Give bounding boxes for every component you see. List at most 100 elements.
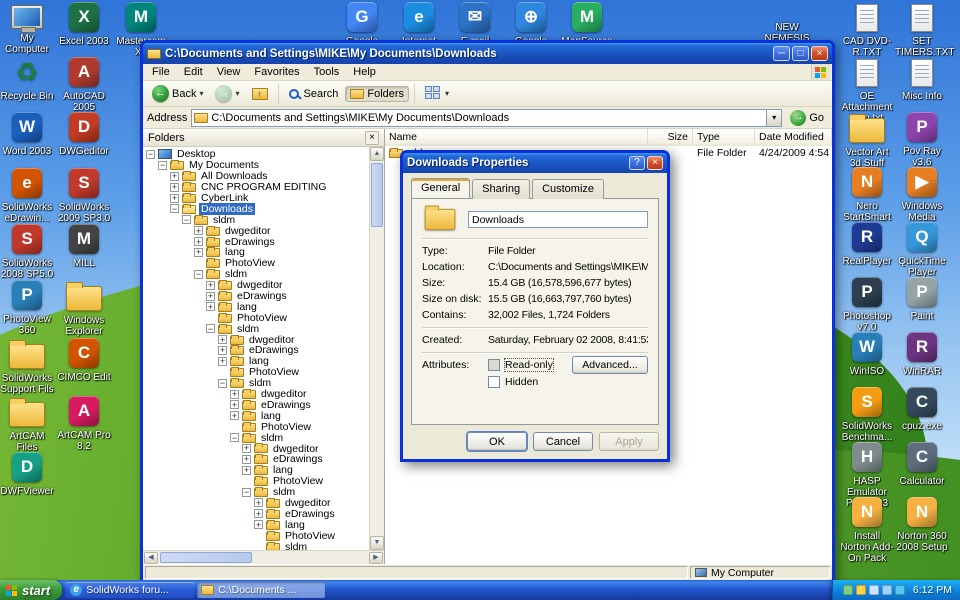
desktop-icon-realplayer[interactable]: R RealPlayer xyxy=(840,222,894,267)
desktop-icon-winiso[interactable]: W WinISO xyxy=(840,332,894,377)
tree-expander[interactable]: + xyxy=(254,498,263,508)
menu-file[interactable]: File xyxy=(145,65,177,79)
tree-expander[interactable]: + xyxy=(254,520,263,530)
tree-item-my-documents[interactable]: − My Documents xyxy=(143,159,369,171)
tree-item-lang[interactable]: + lang xyxy=(143,519,369,531)
tree-item-edrawings[interactable]: + eDrawings xyxy=(143,344,369,356)
desktop-icon-solidworks-2008-sp5-0[interactable]: S SolidWorks 2008 SP5.0 xyxy=(0,224,54,280)
desktop-icon-norton-360-2008-setup[interactable]: N Norton 360 2008 Setup xyxy=(895,497,949,553)
tree-item-dwgeditor[interactable]: + dwgeditor xyxy=(143,225,369,237)
desktop-icon-my-computer[interactable]: My Computer xyxy=(0,2,54,55)
tree-expander[interactable]: + xyxy=(170,171,179,181)
advanced-button[interactable]: Advanced... xyxy=(572,356,648,374)
help-button[interactable]: ? xyxy=(629,156,645,170)
desktop-icon-artcam-files[interactable]: ArtCAM Files xyxy=(0,396,54,453)
tree-item-lang[interactable]: + lang xyxy=(143,301,369,313)
folder-name-input[interactable] xyxy=(468,211,648,228)
tree-expander[interactable]: − xyxy=(194,269,203,279)
desktop-icon-dwfviewer[interactable]: D DWFViewer xyxy=(0,452,54,497)
desktop-icon-nero-startsmart[interactable]: N Nero StartSmart xyxy=(840,167,894,223)
scroll-right-arrow[interactable]: ▶ xyxy=(369,551,383,564)
tree-item-sldm[interactable]: − sldm xyxy=(143,486,369,498)
tree-item-sldm[interactable]: − sldm xyxy=(143,432,369,444)
desktop-icon-paint[interactable]: P Paint xyxy=(895,277,949,322)
menu-view[interactable]: View xyxy=(210,65,248,79)
tree-item-photoview[interactable]: PhotoView xyxy=(143,421,369,433)
tree-expander[interactable]: − xyxy=(206,324,215,334)
tree-item-edrawings[interactable]: + eDrawings xyxy=(143,508,369,520)
desktop-icon-photoshop-v7-0[interactable]: P Photoshop v7.0 xyxy=(840,277,894,333)
messenger-icon[interactable] xyxy=(894,585,905,595)
back-button[interactable]: ← Back ▾ xyxy=(147,83,208,104)
volume-icon[interactable] xyxy=(868,585,879,595)
tree-item-dwgeditor[interactable]: + dwgeditor xyxy=(143,279,369,291)
scroll-left-arrow[interactable]: ◀ xyxy=(144,551,158,564)
scroll-down-arrow[interactable]: ▼ xyxy=(370,536,384,550)
antivirus-shield-icon[interactable] xyxy=(842,585,853,595)
tree-expander[interactable]: + xyxy=(194,247,203,257)
network-icon[interactable] xyxy=(881,585,892,595)
tree-item-lang[interactable]: + lang xyxy=(143,355,369,367)
tree-item-dwgeditor[interactable]: + dwgeditor xyxy=(143,388,369,400)
tree-item-cnc-program-editing[interactable]: + CNC PROGRAM EDITING xyxy=(143,181,369,193)
menu-help[interactable]: Help xyxy=(346,65,383,79)
tree-expander[interactable]: − xyxy=(230,433,239,443)
hidden-checkbox[interactable] xyxy=(488,376,500,388)
tree-item-lang[interactable]: + lang xyxy=(143,410,369,422)
column-header-date-modified[interactable]: Date Modified xyxy=(755,129,832,146)
desktop-icon-artcam-pro-8-2[interactable]: A ArtCAM Pro 8.2 xyxy=(57,396,111,452)
ok-button[interactable]: OK xyxy=(467,432,527,451)
tab-customize[interactable]: Customize xyxy=(532,179,605,199)
tree-expander[interactable]: + xyxy=(242,443,251,453)
title-bar[interactable]: C:\Documents and Settings\MIKE\My Docume… xyxy=(143,43,832,64)
desktop-icon-recycle-bin[interactable]: ♻ Recycle Bin xyxy=(0,57,54,102)
tree-expander[interactable]: + xyxy=(218,345,227,355)
tree-item-dwgeditor[interactable]: + dwgeditor xyxy=(143,443,369,455)
tree-item-cyberlink[interactable]: + CyberLink xyxy=(143,192,369,204)
back-dropdown-icon[interactable]: ▾ xyxy=(199,89,203,98)
tree-item-photoview[interactable]: PhotoView xyxy=(143,366,369,378)
menu-tools[interactable]: Tools xyxy=(307,65,347,79)
tree-expander[interactable]: − xyxy=(218,378,227,388)
desktop-icon-cpuz-exe[interactable]: Ccpuz.exe xyxy=(895,387,949,432)
tree-expander[interactable]: + xyxy=(254,509,263,519)
search-button[interactable]: Search xyxy=(284,86,344,102)
desktop-icon-vector-art-3d-stuff[interactable]: Vector Art 3d Stuff xyxy=(840,112,894,169)
tree-expander[interactable]: + xyxy=(230,389,239,399)
cancel-button[interactable]: Cancel xyxy=(533,432,593,451)
tree-item-photoview[interactable]: PhotoView xyxy=(143,475,369,487)
column-header-type[interactable]: Type xyxy=(693,129,755,146)
taskbar-task-c-documents[interactable]: C:\Documents ... xyxy=(197,582,326,598)
desktop-icon-quicktime-player[interactable]: Q QuickTime Player xyxy=(895,222,949,278)
tree-horizontal-scrollbar[interactable]: ◀ ▶ xyxy=(143,550,384,564)
update-icon[interactable] xyxy=(855,585,866,595)
tree-expander[interactable]: + xyxy=(230,400,239,410)
menu-edit[interactable]: Edit xyxy=(177,65,210,79)
desktop-icon-mill[interactable]: M MILL xyxy=(57,224,111,269)
desktop-icon-calculator[interactable]: C Calculator xyxy=(895,442,949,487)
desktop-icon-autocad-2005[interactable]: A AutoCAD 2005 xyxy=(57,57,111,113)
views-button[interactable]: ▾ xyxy=(420,84,454,103)
tree-item-lang[interactable]: + lang xyxy=(143,464,369,476)
scroll-up-arrow[interactable]: ▲ xyxy=(370,147,384,161)
folders-panel-close-button[interactable]: × xyxy=(365,130,379,145)
tree-item-dwgeditor[interactable]: + dwgeditor xyxy=(143,334,369,346)
desktop-icon-pov-ray-v3-6[interactable]: P Pov Ray v3.6 xyxy=(895,112,949,168)
tree-item-sldm[interactable]: sldm xyxy=(143,541,369,550)
menu-favorites[interactable]: Favorites xyxy=(247,65,306,79)
column-header-size[interactable]: Size xyxy=(648,129,693,146)
tree-item-sldm[interactable]: − sldm xyxy=(143,268,369,280)
tree-item-photoview[interactable]: PhotoView xyxy=(143,530,369,542)
start-button[interactable]: start xyxy=(0,580,63,600)
tree-item-sldm[interactable]: − sldm xyxy=(143,377,369,389)
desktop-icon-set-timers-txt[interactable]: SET TIMERS.TXT xyxy=(895,2,954,58)
address-dropdown-button[interactable]: ▾ xyxy=(766,109,782,126)
desktop-icon-windows-explorer[interactable]: Windows Explorer xyxy=(57,280,111,337)
tree-expander[interactable]: + xyxy=(242,454,251,464)
desktop-icon-winrar[interactable]: R WinRAR xyxy=(895,332,949,377)
minimize-button[interactable]: ─ xyxy=(773,46,790,61)
tree-item-dwgeditor[interactable]: + dwgeditor xyxy=(143,497,369,509)
tab-general[interactable]: General xyxy=(411,178,471,198)
tree-expander[interactable]: + xyxy=(230,411,239,421)
desktop-icon-excel-2003[interactable]: X Excel 2003 xyxy=(57,2,111,47)
